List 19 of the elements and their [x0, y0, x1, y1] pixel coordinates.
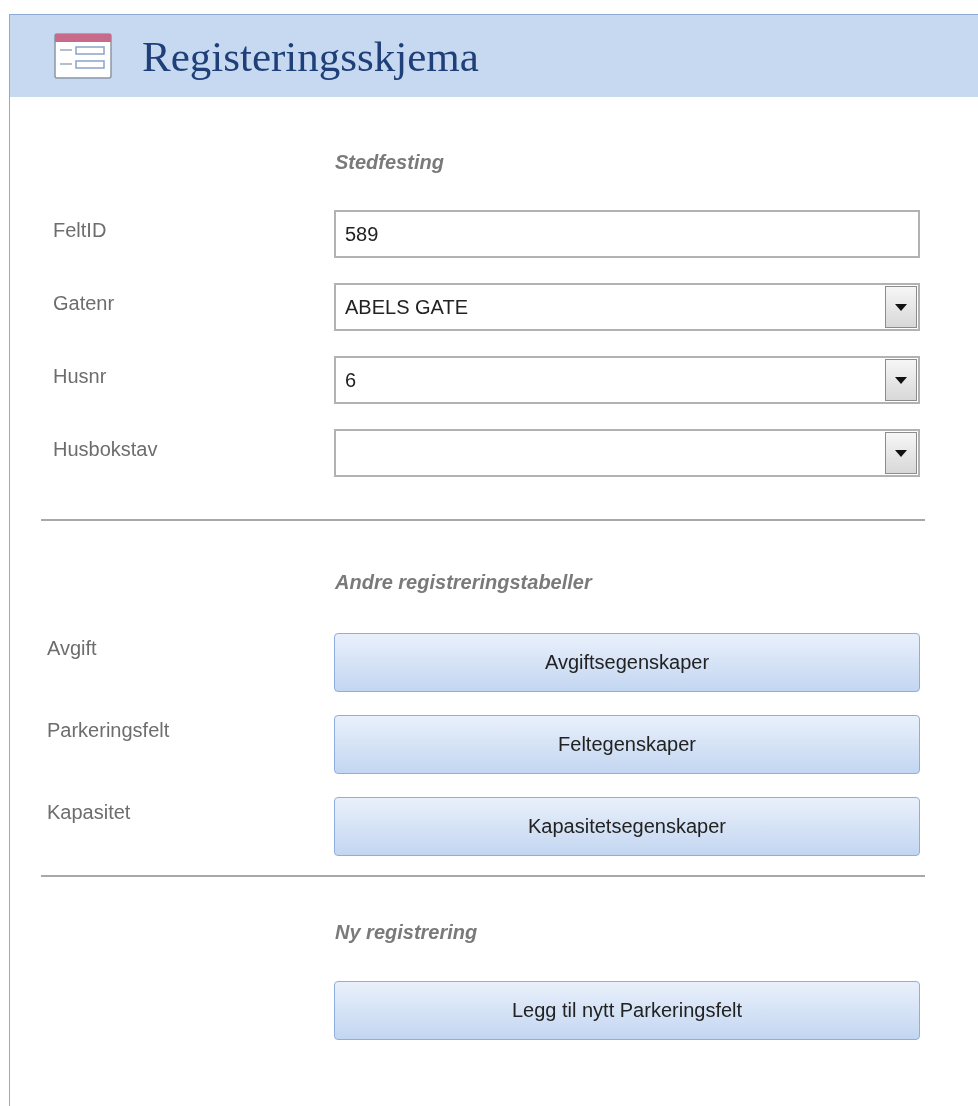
properties-button[interactable]: Feltegenskaper [334, 715, 920, 774]
field-label: Husnr [52, 364, 108, 388]
form-icon [52, 30, 114, 82]
section-heading: Andre registreringstabeller [335, 571, 594, 595]
combo-box[interactable]: 6 [334, 356, 920, 404]
properties-button[interactable]: Avgiftsegenskaper [334, 633, 920, 692]
field-label: Gatenr [52, 291, 116, 315]
section-heading: Stedfesting [335, 151, 445, 175]
add-button[interactable]: Legg til nytt Parkeringsfelt [334, 981, 920, 1040]
field-label: Husbokstav [52, 437, 159, 461]
properties-button[interactable]: Kapasitetsegenskaper [334, 797, 920, 856]
section-heading: Ny registrering [335, 921, 479, 945]
form-title: Registeringsskjema [142, 31, 479, 81]
row-label: Parkeringsfelt [46, 718, 171, 742]
row-label: Avgift [46, 636, 98, 660]
row-label: Kapasitet [46, 800, 132, 824]
field-label: FeltID [52, 218, 108, 242]
text-field[interactable]: 589 [334, 210, 920, 258]
combo-box[interactable]: ABELS GATE [334, 283, 920, 331]
